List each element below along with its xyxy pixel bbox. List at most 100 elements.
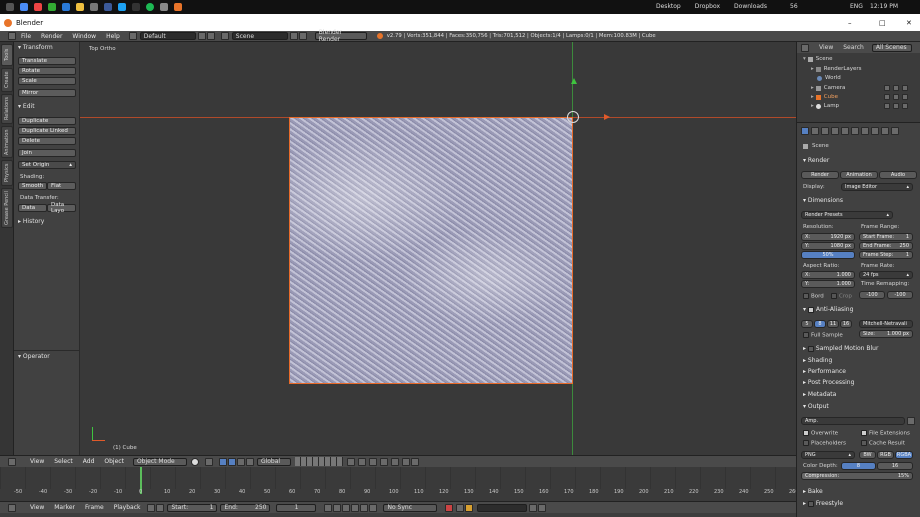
- fps-select[interactable]: 24 fps ▴: [859, 271, 913, 279]
- cursor-icon[interactable]: [893, 85, 899, 91]
- placeholders-checkbox[interactable]: Placeholders: [803, 440, 846, 447]
- end-frame-field[interactable]: End: 250: [220, 503, 271, 512]
- data-button[interactable]: Data: [18, 204, 47, 212]
- cursor-icon[interactable]: [893, 103, 899, 109]
- manipulator-icon[interactable]: [218, 457, 227, 466]
- join-button[interactable]: Join: [18, 149, 76, 157]
- play-reverse-icon[interactable]: [342, 503, 351, 512]
- scene-icon[interactable]: [220, 32, 229, 40]
- color-depth-16[interactable]: 16: [877, 462, 913, 470]
- opengl-anim-icon[interactable]: [410, 457, 419, 466]
- aa-samples-11[interactable]: 11: [827, 320, 839, 328]
- mode-select[interactable]: Object Mode: [132, 457, 187, 466]
- render-engine-select[interactable]: Blender Render: [314, 29, 367, 43]
- menu-object[interactable]: Object: [104, 458, 124, 465]
- menu-help[interactable]: Help: [106, 33, 120, 40]
- resolution-y-field[interactable]: Y: 1080 px: [801, 242, 855, 250]
- aa-filter-select[interactable]: Mitchell-Netravali: [859, 320, 913, 328]
- render-presets-select[interactable]: Render Presets ▴: [801, 211, 893, 219]
- editor-type-icon[interactable]: [8, 457, 16, 466]
- modifiers-tab-icon[interactable]: [861, 127, 869, 135]
- aa-samples-8[interactable]: 8: [814, 320, 826, 328]
- animation-button[interactable]: Animation: [840, 171, 878, 179]
- operator-panel-header[interactable]: ▾ Operator: [18, 353, 50, 360]
- app-icon[interactable]: [6, 3, 14, 11]
- y-arrow-icon[interactable]: [571, 78, 577, 84]
- remove-scene-button[interactable]: [298, 32, 307, 40]
- editor-type-icon[interactable]: [8, 32, 16, 40]
- compression-slider[interactable]: Compression: 15%: [801, 472, 913, 480]
- preview-range-icon[interactable]: [147, 503, 156, 512]
- delete-button[interactable]: Delete: [18, 137, 76, 145]
- maximize-button[interactable]: □: [879, 19, 886, 27]
- keyframe-icon[interactable]: [465, 503, 474, 512]
- tab-tools[interactable]: Tools: [1, 44, 13, 66]
- transform-panel-header[interactable]: ▾ Transform: [18, 44, 53, 51]
- outliner-item-lamp[interactable]: ▸ Lamp: [811, 103, 839, 109]
- dimensions-panel-header[interactable]: ▾ Dimensions: [803, 197, 843, 204]
- scale-manipulator-icon[interactable]: [245, 457, 254, 466]
- clock[interactable]: 12:19 PM: [870, 3, 898, 10]
- cache-result-checkbox[interactable]: Cache Result: [861, 440, 905, 447]
- output-path-field[interactable]: Amp.: [801, 417, 905, 425]
- color-depth-8[interactable]: 8: [841, 462, 876, 470]
- duplicate-button[interactable]: Duplicate: [18, 117, 76, 125]
- menu-render[interactable]: Render: [41, 33, 62, 40]
- insert-key-icon[interactable]: [529, 503, 538, 512]
- render-panel-header[interactable]: ▾ Render: [803, 157, 829, 164]
- overwrite-checkbox[interactable]: Overwrite: [803, 430, 838, 437]
- anti-aliasing-panel-header[interactable]: ▾ Anti-Aliasing: [803, 306, 853, 313]
- app-icon[interactable]: [90, 3, 98, 11]
- render-layers-tab-icon[interactable]: [811, 127, 819, 135]
- material-tab-icon[interactable]: [881, 127, 889, 135]
- camera-render-icon[interactable]: [902, 103, 908, 109]
- keying-set-icon[interactable]: [456, 503, 465, 512]
- menu-frame[interactable]: Frame: [85, 504, 104, 511]
- camera-render-icon[interactable]: [902, 94, 908, 100]
- close-button[interactable]: ✕: [906, 19, 912, 27]
- opengl-render-icon[interactable]: [401, 457, 410, 466]
- aspect-x-field[interactable]: X: 1.000: [801, 271, 855, 279]
- full-sample-checkbox[interactable]: Full Sample: [803, 332, 843, 339]
- menu-view[interactable]: View: [819, 44, 833, 51]
- object-tab-icon[interactable]: [841, 127, 849, 135]
- outliner-item-cube[interactable]: ▸ Cube: [811, 94, 838, 100]
- app-icon[interactable]: [132, 3, 140, 11]
- language-indicator[interactable]: ENG: [850, 3, 863, 10]
- layers-grid[interactable]: [294, 457, 343, 466]
- minimize-button[interactable]: –: [848, 19, 852, 27]
- terrain-mesh[interactable]: [289, 117, 573, 384]
- lock-icon[interactable]: [156, 503, 165, 512]
- cursor-icon[interactable]: [893, 94, 899, 100]
- facebook-icon[interactable]: [104, 3, 112, 11]
- jump-start-icon[interactable]: [324, 503, 333, 512]
- eye-icon[interactable]: [884, 103, 890, 109]
- rotate-button[interactable]: Rotate: [18, 67, 76, 75]
- remove-layout-button[interactable]: [206, 32, 215, 40]
- audio-button[interactable]: Audio: [879, 171, 917, 179]
- x-arrow-icon[interactable]: [604, 114, 610, 120]
- add-scene-button[interactable]: [289, 32, 298, 40]
- post-processing-panel-header[interactable]: ▸ Post Processing: [803, 379, 854, 386]
- keying-set-field[interactable]: [477, 503, 528, 512]
- tab-grease-pencil[interactable]: Grease Pencil: [1, 188, 13, 228]
- tab-physics[interactable]: Physics: [1, 160, 13, 186]
- folder-icon[interactable]: [76, 3, 84, 11]
- menu-playback[interactable]: Playback: [114, 504, 141, 511]
- outliner-item-camera[interactable]: ▸ Camera: [811, 85, 845, 91]
- scene-select[interactable]: Scene: [231, 32, 288, 40]
- outliner-item-renderlayers[interactable]: ▸ RenderLayers: [811, 66, 862, 72]
- folder-icon[interactable]: [907, 417, 915, 425]
- file-format-select[interactable]: PNG ▴: [801, 451, 855, 459]
- remap-new-field[interactable]: -100: [887, 291, 913, 299]
- color-mode-rgba[interactable]: RGBA: [895, 451, 913, 459]
- duplicate-linked-button[interactable]: Duplicate Linked: [18, 127, 76, 135]
- aa-samples-5[interactable]: 5: [801, 320, 813, 328]
- data-layout-button[interactable]: Data Layo: [47, 202, 76, 214]
- camera-render-icon[interactable]: [902, 85, 908, 91]
- color-mode-bw[interactable]: BW: [859, 451, 876, 459]
- frame-step-field[interactable]: Frame Step: 1: [859, 251, 913, 259]
- taskbar-dropbox[interactable]: Dropbox: [695, 3, 720, 10]
- current-frame-field[interactable]: 1: [276, 503, 317, 512]
- menu-marker[interactable]: Marker: [54, 504, 75, 511]
